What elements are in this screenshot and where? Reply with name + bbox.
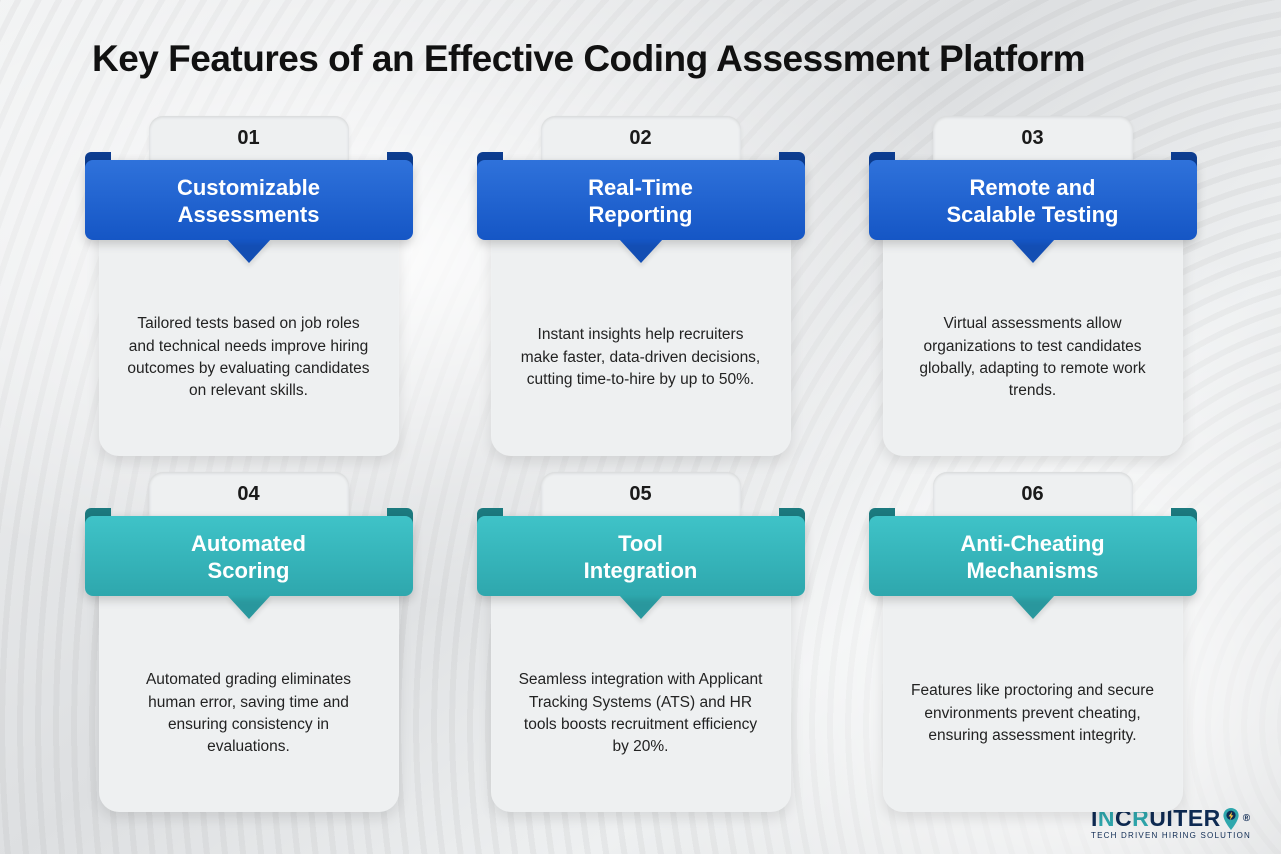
feature-description: Virtual assessments allow organizations … (909, 313, 1157, 403)
feature-heading-line2: Assessments (178, 202, 320, 227)
feature-card-03: 03 Virtual assessments allow organizatio… (883, 116, 1183, 456)
page-title: Key Features of an Effective Coding Asse… (0, 0, 1281, 80)
feature-heading-line2: Reporting (589, 202, 693, 227)
feature-ribbon: Real-Time Reporting (477, 160, 805, 248)
feature-ribbon: Tool Integration (477, 516, 805, 604)
feature-description: Seamless integration with Applicant Trac… (517, 669, 765, 759)
feature-heading: Real-Time Reporting (477, 160, 805, 240)
chevron-down-icon (227, 595, 271, 619)
feature-heading-line1: Tool (618, 531, 663, 556)
feature-ribbon: Remote and Scalable Testing (869, 160, 1197, 248)
feature-card-01: 01 Tailored tests based on job roles and… (99, 116, 399, 456)
feature-heading-line2: Integration (584, 558, 698, 583)
feature-card-04: 04 Automated grading eliminates human er… (99, 472, 399, 812)
chevron-down-icon (1011, 595, 1055, 619)
feature-ribbon: Automated Scoring (85, 516, 413, 604)
feature-ribbon: Customizable Assessments (85, 160, 413, 248)
feature-card-02: 02 Instant insights help recruiters make… (491, 116, 791, 456)
feature-description: Tailored tests based on job roles and te… (125, 313, 373, 403)
feature-heading-line1: Anti-Cheating (960, 531, 1104, 556)
feature-heading-line2: Mechanisms (966, 558, 1098, 583)
feature-description: Features like proctoring and secure envi… (909, 680, 1157, 747)
feature-heading: Automated Scoring (85, 516, 413, 596)
feature-heading-line2: Scoring (208, 558, 290, 583)
feature-heading: Customizable Assessments (85, 160, 413, 240)
feature-number: 03 (933, 116, 1133, 160)
feature-description: Instant insights help recruiters make fa… (517, 324, 765, 391)
feature-description: Automated grading eliminates human error… (125, 669, 373, 759)
feature-number: 04 (149, 472, 349, 516)
feature-card-05: 05 Seamless integration with Applicant T… (491, 472, 791, 812)
chevron-down-icon (1011, 239, 1055, 263)
feature-number: 05 (541, 472, 741, 516)
feature-heading-line1: Remote and (970, 175, 1096, 200)
feature-heading: Remote and Scalable Testing (869, 160, 1197, 240)
feature-heading-line1: Customizable (177, 175, 320, 200)
map-pin-bolt-icon (1222, 808, 1240, 830)
feature-number: 01 (149, 116, 349, 160)
chevron-down-icon (619, 595, 663, 619)
feature-heading-line1: Real-Time (588, 175, 693, 200)
chevron-down-icon (619, 239, 663, 263)
feature-heading-line2: Scalable Testing (947, 202, 1119, 227)
feature-number: 06 (933, 472, 1133, 516)
feature-card-06: 06 Features like proctoring and secure e… (883, 472, 1183, 812)
feature-heading: Tool Integration (477, 516, 805, 596)
chevron-down-icon (227, 239, 271, 263)
feature-grid: 01 Tailored tests based on job roles and… (0, 116, 1281, 812)
registered-mark: ® (1243, 814, 1251, 824)
feature-ribbon: Anti-Cheating Mechanisms (869, 516, 1197, 604)
feature-number: 02 (541, 116, 741, 160)
feature-heading: Anti-Cheating Mechanisms (869, 516, 1197, 596)
feature-heading-line1: Automated (191, 531, 306, 556)
brand-tagline: TECH DRIVEN HIRING SOLUTION (1091, 832, 1251, 840)
